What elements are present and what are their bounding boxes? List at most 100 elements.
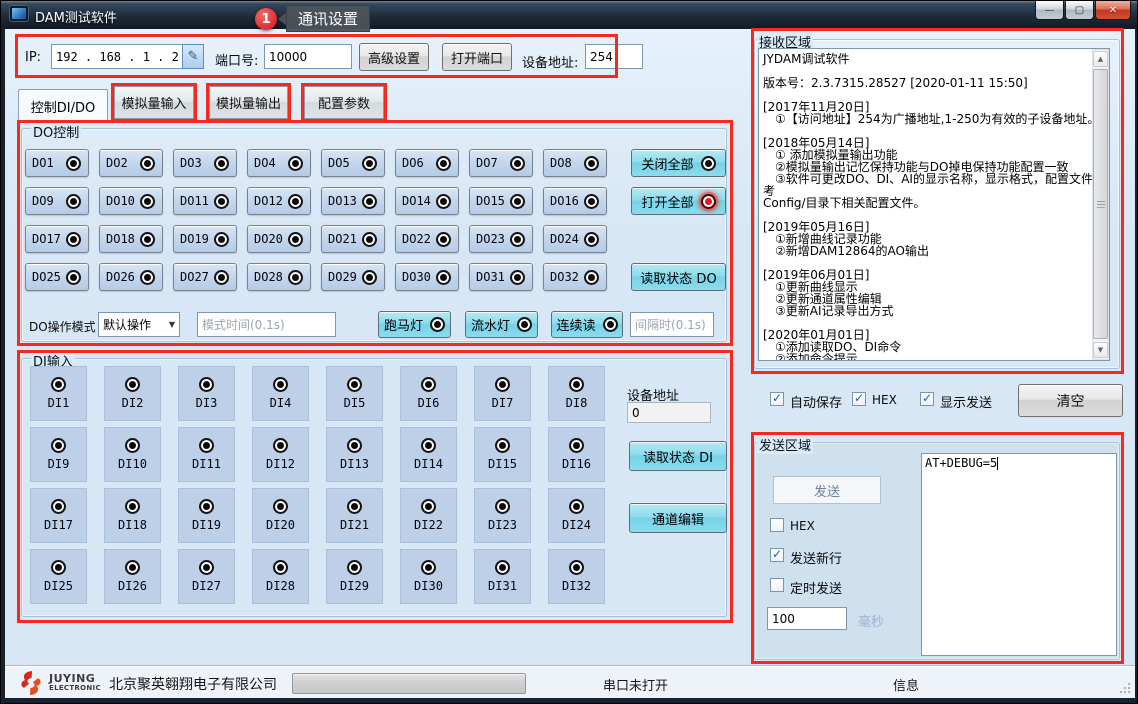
di-channel-tile[interactable]: DI31 bbox=[474, 549, 531, 604]
di-channel-tile[interactable]: DI26 bbox=[104, 549, 161, 604]
receive-scrollbar[interactable]: ▲ ▼ bbox=[1092, 49, 1109, 360]
di-channel-tile[interactable]: DI18 bbox=[104, 488, 161, 543]
continuous-read-button[interactable]: 连续读 bbox=[551, 311, 623, 338]
do-channel-button[interactable]: DO13 bbox=[321, 187, 385, 215]
di-channel-tile[interactable]: DI3 bbox=[178, 366, 235, 421]
di-channel-tile[interactable]: DI25 bbox=[30, 549, 87, 604]
scroll-thumb[interactable] bbox=[1093, 69, 1108, 339]
do-mode-select[interactable]: 默认操作▼ bbox=[98, 312, 180, 337]
interval-time-input[interactable] bbox=[630, 312, 714, 337]
di-channel-tile[interactable]: DI1 bbox=[30, 366, 87, 421]
read-di-status-button[interactable]: 读取状态 DI bbox=[629, 441, 727, 471]
do-channel-button[interactable]: DO28 bbox=[247, 263, 311, 291]
do-channel-button[interactable]: DO18 bbox=[99, 225, 163, 253]
do-channel-button[interactable]: DO23 bbox=[469, 225, 533, 253]
di-channel-tile[interactable]: DI13 bbox=[326, 427, 383, 482]
do-channel-button[interactable]: DO14 bbox=[395, 187, 459, 215]
edit-ip-icon[interactable]: ✎ bbox=[182, 44, 204, 69]
flow-light-button[interactable]: 流水灯 bbox=[465, 311, 538, 338]
di-channel-tile[interactable]: DI11 bbox=[178, 427, 235, 482]
di-channel-tile[interactable]: DI24 bbox=[548, 488, 605, 543]
marquee-button[interactable]: 跑马灯 bbox=[378, 311, 451, 338]
mode-time-input[interactable] bbox=[197, 312, 336, 337]
do-channel-button[interactable]: DO27 bbox=[173, 263, 237, 291]
clear-button[interactable]: 清空 bbox=[1018, 384, 1123, 417]
port-input[interactable] bbox=[264, 44, 352, 69]
send-textarea[interactable]: AT+DEBUG=5 bbox=[921, 453, 1117, 656]
di-channel-tile[interactable]: DI30 bbox=[400, 549, 457, 604]
di-channel-tile[interactable]: DI17 bbox=[30, 488, 87, 543]
tab-analog-input[interactable]: 模拟量输入 bbox=[114, 86, 194, 119]
send-hex-checkbox[interactable] bbox=[770, 518, 784, 532]
do-channel-button[interactable]: DO29 bbox=[321, 263, 385, 291]
do-channel-button[interactable]: DO4 bbox=[247, 149, 311, 177]
receive-hex-checkbox[interactable] bbox=[852, 392, 866, 406]
do-channel-button[interactable]: DO22 bbox=[395, 225, 459, 253]
do-channel-button[interactable]: DO7 bbox=[469, 149, 533, 177]
di-channel-tile[interactable]: DI15 bbox=[474, 427, 531, 482]
di-channel-tile[interactable]: DI32 bbox=[548, 549, 605, 604]
di-channel-tile[interactable]: DI16 bbox=[548, 427, 605, 482]
tab-analog-output[interactable]: 模拟量输出 bbox=[209, 86, 288, 119]
minimize-button[interactable]: — bbox=[1035, 1, 1064, 20]
resize-grip[interactable] bbox=[1128, 691, 1130, 693]
di-channel-tile[interactable]: DI7 bbox=[474, 366, 531, 421]
timed-interval-input[interactable] bbox=[767, 607, 847, 630]
di-channel-tile[interactable]: DI5 bbox=[326, 366, 383, 421]
maximize-button[interactable]: ▢ bbox=[1065, 1, 1094, 20]
do-channel-button[interactable]: DO31 bbox=[469, 263, 533, 291]
do-channel-button[interactable]: DO32 bbox=[543, 263, 607, 291]
close-all-button[interactable]: 关闭全部 bbox=[631, 149, 726, 177]
do-channel-button[interactable]: DO17 bbox=[25, 225, 89, 253]
di-channel-tile[interactable]: DI12 bbox=[252, 427, 309, 482]
di-channel-tile[interactable]: DI23 bbox=[474, 488, 531, 543]
do-channel-button[interactable]: DO6 bbox=[395, 149, 459, 177]
di-channel-tile[interactable]: DI19 bbox=[178, 488, 235, 543]
send-newline-checkbox[interactable] bbox=[770, 548, 784, 562]
do-channel-button[interactable]: DO5 bbox=[321, 149, 385, 177]
do-channel-button[interactable]: DO20 bbox=[247, 225, 311, 253]
do-channel-button[interactable]: DO12 bbox=[247, 187, 311, 215]
di-channel-tile[interactable]: DI4 bbox=[252, 366, 309, 421]
do-channel-button[interactable]: DO16 bbox=[543, 187, 607, 215]
di-channel-tile[interactable]: DI28 bbox=[252, 549, 309, 604]
device-addr-input[interactable] bbox=[585, 44, 643, 69]
auto-save-checkbox[interactable] bbox=[770, 392, 784, 406]
scroll-up-icon[interactable]: ▲ bbox=[1093, 51, 1108, 67]
do-channel-button[interactable]: DO19 bbox=[173, 225, 237, 253]
do-channel-button[interactable]: DO11 bbox=[173, 187, 237, 215]
di-channel-tile[interactable]: DI21 bbox=[326, 488, 383, 543]
do-channel-button[interactable]: DO1 bbox=[25, 149, 89, 177]
do-channel-button[interactable]: DO3 bbox=[173, 149, 237, 177]
open-port-button[interactable]: 打开端口 bbox=[442, 43, 512, 71]
di-channel-tile[interactable]: DI8 bbox=[548, 366, 605, 421]
tab-control-di-do[interactable]: 控制DI/DO bbox=[18, 89, 108, 122]
do-channel-button[interactable]: DO25 bbox=[25, 263, 89, 291]
scroll-down-icon[interactable]: ▼ bbox=[1093, 342, 1108, 358]
advanced-settings-button[interactable]: 高级设置 bbox=[359, 43, 429, 71]
send-button[interactable]: 发送 bbox=[773, 476, 881, 504]
timed-send-checkbox[interactable] bbox=[770, 578, 784, 592]
open-all-button[interactable]: 打开全部 bbox=[631, 187, 726, 215]
di-channel-tile[interactable]: DI2 bbox=[104, 366, 161, 421]
do-channel-button[interactable]: DO10 bbox=[99, 187, 163, 215]
di-channel-tile[interactable]: DI27 bbox=[178, 549, 235, 604]
do-channel-button[interactable]: DO21 bbox=[321, 225, 385, 253]
do-channel-button[interactable]: DO30 bbox=[395, 263, 459, 291]
do-channel-button[interactable]: DO26 bbox=[99, 263, 163, 291]
di-channel-tile[interactable]: DI29 bbox=[326, 549, 383, 604]
di-channel-tile[interactable]: DI14 bbox=[400, 427, 457, 482]
di-channel-tile[interactable]: DI9 bbox=[30, 427, 87, 482]
do-channel-button[interactable]: DO24 bbox=[543, 225, 607, 253]
ip-input[interactable] bbox=[51, 44, 183, 69]
channel-edit-button[interactable]: 通道编辑 bbox=[629, 503, 727, 533]
tab-config-params[interactable]: 配置参数 bbox=[304, 86, 384, 119]
do-channel-button[interactable]: DO2 bbox=[99, 149, 163, 177]
di-device-addr-input[interactable] bbox=[627, 402, 711, 423]
do-channel-button[interactable]: DO8 bbox=[543, 149, 607, 177]
di-channel-tile[interactable]: DI10 bbox=[104, 427, 161, 482]
close-button[interactable]: ✕ bbox=[1095, 1, 1131, 20]
di-channel-tile[interactable]: DI22 bbox=[400, 488, 457, 543]
read-do-status-button[interactable]: 读取状态 DO bbox=[631, 263, 726, 291]
do-channel-button[interactable]: DO15 bbox=[469, 187, 533, 215]
